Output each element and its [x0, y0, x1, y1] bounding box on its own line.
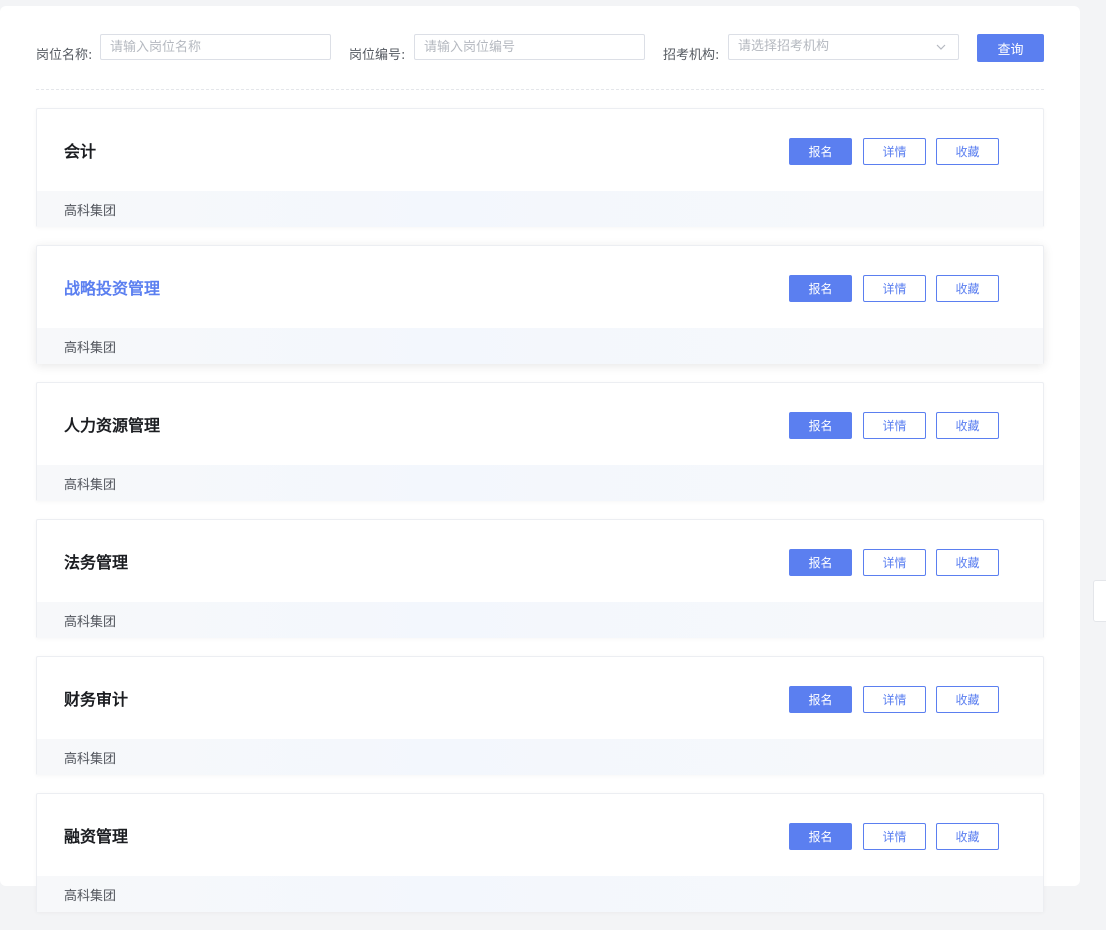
apply-button[interactable]: 报名	[789, 549, 852, 576]
job-title[interactable]: 战略投资管理	[64, 275, 160, 299]
recruiting-org-placeholder: 请选择招考机构	[738, 39, 830, 54]
recruiting-org-select[interactable]: 请选择招考机构	[728, 34, 959, 60]
favorite-button[interactable]: 收藏	[936, 823, 999, 850]
apply-button[interactable]: 报名	[789, 275, 852, 302]
detail-button[interactable]: 详情	[863, 275, 926, 302]
search-divider	[36, 89, 1044, 90]
detail-button[interactable]: 详情	[863, 549, 926, 576]
apply-button[interactable]: 报名	[789, 138, 852, 165]
job-card: 法务管理 报名 详情 收藏 高科集团	[36, 519, 1044, 638]
position-code-input[interactable]	[414, 34, 645, 60]
job-title[interactable]: 财务审计	[64, 686, 128, 710]
detail-button[interactable]: 详情	[863, 686, 926, 713]
job-footer: 高科集团	[37, 739, 1043, 775]
job-title[interactable]: 融资管理	[64, 823, 128, 847]
job-title[interactable]: 法务管理	[64, 549, 128, 573]
job-footer: 高科集团	[37, 328, 1043, 364]
job-card: 财务审计 报名 详情 收藏 高科集团	[36, 656, 1044, 775]
job-footer: 高科集团	[37, 465, 1043, 501]
apply-button[interactable]: 报名	[789, 823, 852, 850]
job-footer: 高科集团	[37, 602, 1043, 638]
query-button[interactable]: 查询	[977, 34, 1044, 62]
job-card: 人力资源管理 报名 详情 收藏 高科集团	[36, 382, 1044, 501]
favorite-button[interactable]: 收藏	[936, 686, 999, 713]
job-card: 战略投资管理 报名 详情 收藏 高科集团	[36, 245, 1044, 364]
favorite-button[interactable]: 收藏	[936, 549, 999, 576]
chevron-down-icon	[936, 44, 946, 50]
favorite-button[interactable]: 收藏	[936, 138, 999, 165]
side-tab[interactable]	[1093, 580, 1106, 622]
job-title[interactable]: 人力资源管理	[64, 412, 160, 436]
detail-button[interactable]: 详情	[863, 823, 926, 850]
position-name-input[interactable]	[100, 34, 331, 60]
org-name: 高科集团	[64, 341, 117, 356]
recruiting-org-label: 招考机构:	[663, 48, 720, 63]
favorite-button[interactable]: 收藏	[936, 275, 999, 302]
main-panel: 岗位名称: 岗位编号: 招考机构: 请选择招考机构 查询 会计 报名 详情 收藏…	[0, 6, 1080, 912]
apply-button[interactable]: 报名	[789, 412, 852, 439]
org-name: 高科集团	[64, 752, 117, 767]
detail-button[interactable]: 详情	[863, 412, 926, 439]
job-card: 融资管理 报名 详情 收藏 高科集团	[36, 793, 1044, 912]
job-footer: 高科集团	[37, 876, 1043, 912]
favorite-button[interactable]: 收藏	[936, 412, 999, 439]
job-card: 会计 报名 详情 收藏 高科集团	[36, 108, 1044, 227]
org-name: 高科集团	[64, 204, 117, 219]
job-list: 会计 报名 详情 收藏 高科集团 战略投资管理 报名 详情 收藏 高科集团 人力…	[36, 108, 1044, 930]
job-title[interactable]: 会计	[64, 138, 96, 162]
org-name: 高科集团	[64, 889, 117, 904]
org-name: 高科集团	[64, 615, 117, 630]
apply-button[interactable]: 报名	[789, 686, 852, 713]
org-name: 高科集团	[64, 478, 117, 493]
search-bar: 岗位名称: 岗位编号: 招考机构: 请选择招考机构 查询	[36, 34, 1044, 72]
position-name-label: 岗位名称:	[36, 48, 93, 63]
job-footer: 高科集团	[37, 191, 1043, 227]
position-code-label: 岗位编号:	[349, 48, 406, 63]
detail-button[interactable]: 详情	[863, 138, 926, 165]
